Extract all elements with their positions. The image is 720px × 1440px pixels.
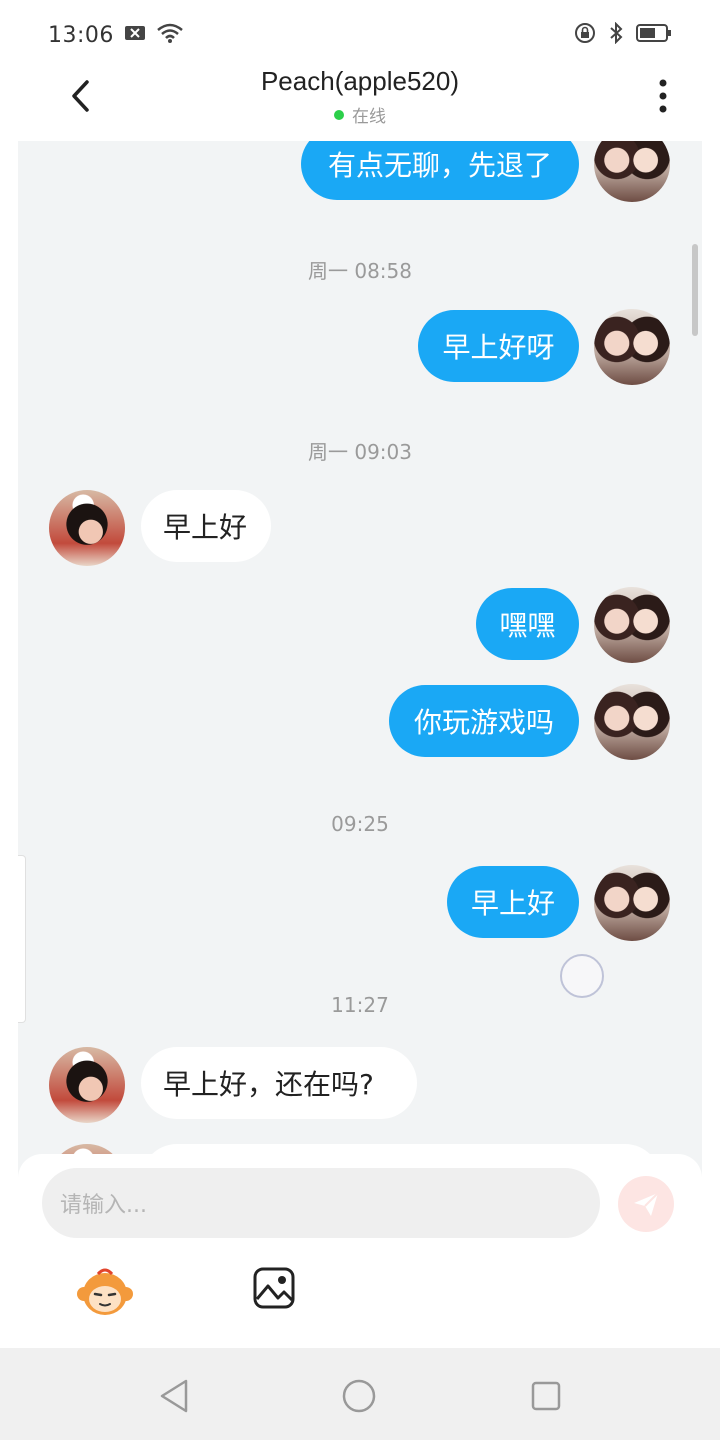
- status-time: 13:06: [48, 22, 114, 48]
- image-picker-button[interactable]: [252, 1266, 296, 1310]
- message-text: 有点无聊，先退了: [327, 149, 552, 182]
- contact-avatar[interactable]: [49, 1047, 125, 1123]
- nav-recents-button[interactable]: [528, 1378, 564, 1414]
- nav-back-button[interactable]: [156, 1378, 192, 1414]
- message-list[interactable]: 有点无聊，先退了 周一 08:58 早上好呀 周一 09:03 早上好 嘿嘿 你…: [18, 58, 702, 1220]
- emoji-button[interactable]: [76, 1268, 134, 1318]
- my-avatar[interactable]: [594, 865, 670, 941]
- more-vertical-icon: [659, 79, 667, 113]
- wifi-icon: [156, 22, 184, 48]
- message-timestamp: 11:27: [331, 993, 389, 1017]
- system-nav-bar: [0, 1348, 720, 1440]
- bluetooth-icon: [608, 21, 624, 48]
- message-timestamp: 周一 08:58: [308, 259, 412, 283]
- message-input[interactable]: 请输入...: [42, 1168, 600, 1238]
- online-dot-icon: [334, 109, 344, 120]
- message-text: 嘿嘿: [499, 609, 556, 642]
- online-status-label: 在线: [352, 107, 386, 127]
- more-options-button[interactable]: [648, 76, 678, 116]
- triangle-back-icon: [160, 1379, 188, 1413]
- my-avatar[interactable]: [594, 684, 670, 760]
- message-text: 你玩游戏吗: [413, 706, 554, 739]
- paper-plane-icon: [634, 1192, 659, 1216]
- chat-area: 有点无聊，先退了 周一 08:58 早上好呀 周一 09:03 早上好 嘿嘿 你…: [18, 58, 702, 1348]
- message-timestamp: 09:25: [331, 812, 389, 836]
- my-avatar[interactable]: [594, 309, 670, 385]
- message-bubble-sent[interactable]: 嘿嘿: [476, 588, 579, 660]
- rotation-lock-icon: [574, 22, 596, 48]
- message-bubble-received[interactable]: 早上好: [141, 490, 271, 562]
- nav-home-button[interactable]: [341, 1378, 377, 1414]
- side-drawer-handle[interactable]: [18, 855, 26, 1023]
- send-button[interactable]: [618, 1176, 674, 1232]
- circle-home-icon: [342, 1379, 376, 1413]
- message-text: 早上好，还在吗?: [163, 1068, 374, 1101]
- my-avatar[interactable]: [594, 587, 670, 663]
- message-text: 早上好: [470, 887, 555, 920]
- message-composer: 请输入...: [18, 1154, 702, 1348]
- message-bubble-sent[interactable]: 早上好: [447, 866, 579, 938]
- message-timestamp: 周一 09:03: [308, 440, 412, 464]
- loading-indicator: [560, 954, 604, 998]
- chat-screen: 13:06 有点无聊，先退了 周一 08:58 早上好呀 周一 09:03 早上…: [0, 0, 720, 1440]
- online-status: 在线: [18, 102, 702, 127]
- contact-avatar[interactable]: [49, 490, 125, 566]
- scrollbar[interactable]: [692, 244, 698, 336]
- image-icon: [253, 1267, 295, 1309]
- message-input-placeholder: 请输入...: [60, 1193, 147, 1218]
- message-bubble-sent[interactable]: 你玩游戏吗: [389, 685, 579, 757]
- chat-header: Peach(apple520) 在线: [18, 58, 702, 141]
- square-recents-icon: [531, 1381, 561, 1411]
- contact-name: Peach(apple520): [260, 66, 460, 96]
- battery-icon: [636, 23, 672, 47]
- message-bubble-received[interactable]: 早上好，还在吗?: [141, 1047, 417, 1119]
- message-bubble-sent[interactable]: 早上好呀: [418, 310, 579, 382]
- message-text: 早上好呀: [442, 331, 555, 364]
- message-text: 早上好: [163, 511, 248, 544]
- notification-x-icon: [124, 24, 146, 46]
- monkey-emoji-icon: [77, 1268, 133, 1315]
